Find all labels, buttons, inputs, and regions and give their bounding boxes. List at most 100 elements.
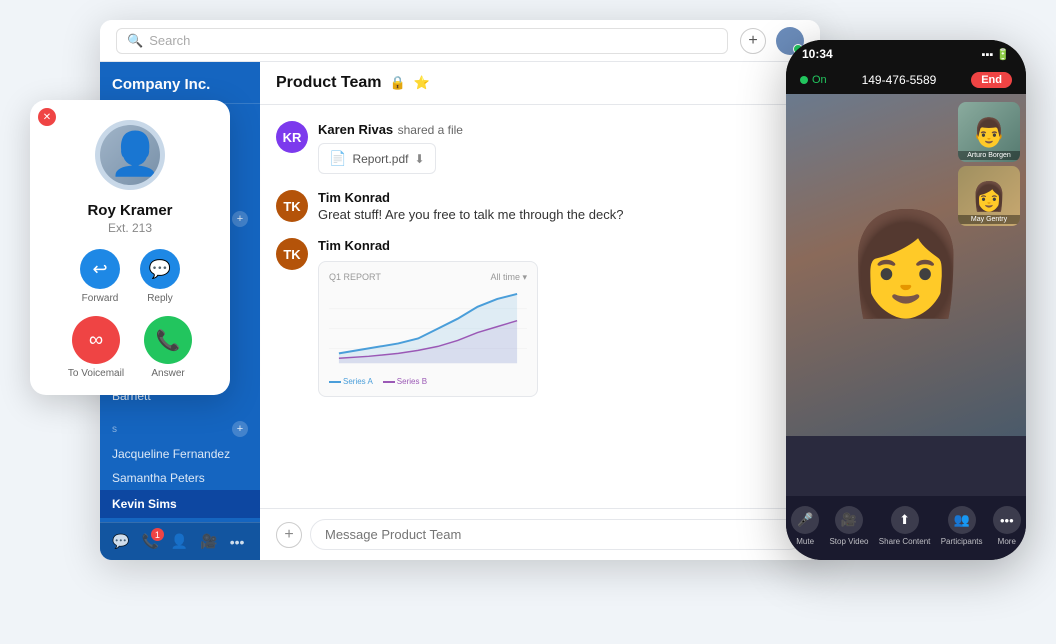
- msg-sender-tim-2: Tim Konrad: [318, 238, 538, 253]
- call-on-indicator: On: [800, 74, 827, 86]
- mute-label: Mute: [796, 537, 814, 546]
- forward-button[interactable]: ↩: [80, 249, 120, 289]
- mute-icon[interactable]: 🎤: [791, 506, 819, 534]
- chat-input-area: +: [260, 508, 820, 560]
- chart-header: Q1 REPORT All time ▾: [329, 272, 527, 283]
- close-button[interactable]: ✕: [38, 108, 56, 126]
- msg-sender-tim-1: Tim Konrad: [318, 190, 623, 205]
- avatar-tim-1: TK: [276, 190, 308, 222]
- chart-preview: Q1 REPORT All time ▾: [318, 261, 538, 397]
- mobile-toolbar: 🎤 Mute 🎥 Stop Video ⬆ Share Content 👥 Pa…: [786, 496, 1026, 560]
- mobile-tool-share[interactable]: ⬆ Share Content: [879, 506, 931, 546]
- mobile-status-bar: 10:34 ▪▪▪ 🔋: [786, 40, 1026, 68]
- phone-call-actions: ∞ To Voicemail 📞 Answer: [68, 316, 192, 379]
- mobile-tool-video[interactable]: 🎥 Stop Video: [829, 506, 868, 546]
- chart-label: Q1 REPORT: [329, 272, 381, 283]
- pip-label-2: May Gentry: [958, 215, 1020, 224]
- more-icon[interactable]: •••: [993, 506, 1021, 534]
- avatar-karen: KR: [276, 121, 308, 153]
- caller-name: Roy Kramer: [87, 202, 172, 219]
- forward-label: Forward: [82, 293, 119, 304]
- pdf-icon: 📄: [329, 150, 346, 167]
- phone-quick-actions: ↩ Forward 💬 Reply: [80, 249, 180, 304]
- msg-file-report[interactable]: 📄 Report.pdf ⬇: [318, 143, 436, 174]
- add-button[interactable]: +: [740, 28, 766, 54]
- chat-title: Product Team: [276, 74, 382, 92]
- search-icon: 🔍: [127, 33, 143, 49]
- chat-messages: KR Karen Rivas shared a file 📄 Report.pd…: [260, 105, 820, 508]
- sidebar-contacts-icon[interactable]: 👤: [171, 533, 188, 550]
- message-content-karen: Karen Rivas shared a file 📄 Report.pdf ⬇: [318, 121, 463, 174]
- sidebar-item-kevin-sims[interactable]: Kevin Sims: [100, 490, 260, 518]
- msg-sender-karen: Karen Rivas: [318, 122, 393, 137]
- message-tim-chart: TK Tim Konrad Q1 REPORT All time ▾: [276, 238, 804, 397]
- caller-ext: Ext. 213: [108, 221, 152, 235]
- mobile-tool-mute[interactable]: 🎤 Mute: [791, 506, 819, 546]
- sidebar-chat-icon[interactable]: 💬: [112, 533, 129, 550]
- voicemail-label: To Voicemail: [68, 368, 124, 379]
- sidebar-phone-icon[interactable]: 📞 1: [141, 533, 158, 550]
- mobile-tool-more[interactable]: ••• More: [993, 506, 1021, 546]
- chart-legend: Series A Series B: [329, 377, 527, 386]
- voicemail-action[interactable]: ∞ To Voicemail: [68, 316, 124, 379]
- answer-action[interactable]: 📞 Answer: [144, 316, 192, 379]
- call-on-label: On: [812, 74, 827, 86]
- chart-time-range: All time ▾: [490, 272, 527, 283]
- sidebar-more-icon[interactable]: •••: [230, 534, 245, 550]
- mobile-phone-number: 149-476-5589: [862, 73, 937, 87]
- reply-label: Reply: [147, 293, 173, 304]
- message-content-tim-1: Tim Konrad Great stuff! Are you free to …: [318, 190, 623, 222]
- voicemail-button[interactable]: ∞: [72, 316, 120, 364]
- pip-video-2: May Gentry: [958, 166, 1020, 226]
- end-call-button[interactable]: End: [971, 72, 1012, 88]
- stop-video-label: Stop Video: [829, 537, 868, 546]
- mobile-video-area: 👩 Arturo Borgen May Gentry: [786, 94, 1026, 496]
- mobile-call-bar: On 149-476-5589 End: [786, 68, 1026, 94]
- share-content-icon[interactable]: ⬆: [891, 506, 919, 534]
- caller-face: [100, 125, 160, 185]
- phone-action-reply[interactable]: 💬 Reply: [140, 249, 180, 304]
- msg-action-karen: shared a file: [398, 123, 463, 137]
- share-content-label: Share Content: [879, 537, 931, 546]
- sidebar-video-icon[interactable]: 🎥: [200, 533, 217, 550]
- stop-video-icon[interactable]: 🎥: [835, 506, 863, 534]
- phone-card: ✕ Roy Kramer Ext. 213 ↩ Forward 💬 Reply …: [30, 100, 230, 395]
- pip-label-1: Arturo Borgen: [958, 151, 1020, 160]
- sidebar-company-name: Company Inc.: [100, 62, 260, 104]
- download-icon[interactable]: ⬇: [414, 152, 424, 166]
- message-tim-1: TK Tim Konrad Great stuff! Are you free …: [276, 190, 804, 222]
- message-karen-file: KR Karen Rivas shared a file 📄 Report.pd…: [276, 121, 804, 174]
- caller-avatar: [95, 120, 165, 190]
- sidebar-bottom-toolbar: 💬 📞 1 👤 🎥 •••: [100, 522, 260, 560]
- participants-label: Participants: [941, 537, 983, 546]
- app-topbar: 🔍 Search +: [100, 20, 820, 62]
- phone-action-forward[interactable]: ↩ Forward: [80, 249, 120, 304]
- answer-label: Answer: [151, 368, 184, 379]
- pip-video-1: Arturo Borgen: [958, 102, 1020, 162]
- mobile-tool-participants[interactable]: 👥 Participants: [941, 506, 983, 546]
- reply-button[interactable]: 💬: [140, 249, 180, 289]
- chat-header: Product Team 🔒 ⭐: [260, 62, 820, 105]
- chat-area: Product Team 🔒 ⭐ KR Karen Rivas shared a…: [260, 62, 820, 560]
- chart-svg: [329, 289, 527, 368]
- pip-container: Arturo Borgen May Gentry: [958, 102, 1020, 226]
- sidebar-add-contact-btn[interactable]: +: [232, 211, 248, 227]
- sidebar-item-group-section: s +: [100, 416, 260, 442]
- answer-button[interactable]: 📞: [144, 316, 192, 364]
- search-bar[interactable]: 🔍 Search: [116, 28, 728, 54]
- sidebar-item-samantha-peters-3[interactable]: Samantha Peters: [100, 466, 260, 490]
- mobile-phone: 10:34 ▪▪▪ 🔋 On 149-476-5589 End 👩 Arturo…: [786, 40, 1026, 560]
- chat-attach-button[interactable]: +: [276, 522, 302, 548]
- lock-icon: 🔒: [390, 75, 406, 91]
- legend-blue: Series A: [329, 377, 373, 386]
- sidebar-add-group-btn[interactable]: +: [232, 421, 248, 437]
- chat-input-field[interactable]: [310, 519, 804, 550]
- topbar-right: +: [740, 27, 804, 55]
- star-icon: ⭐: [414, 75, 430, 91]
- participants-icon[interactable]: 👥: [948, 506, 976, 534]
- mobile-time: 10:34: [802, 47, 833, 61]
- avatar-tim-2: TK: [276, 238, 308, 270]
- sidebar-item-jacqueline-fernandez-2[interactable]: Jacqueline Fernandez: [100, 442, 260, 466]
- phone-badge: 1: [151, 528, 164, 541]
- msg-text-tim-1: Great stuff! Are you free to talk me thr…: [318, 207, 623, 222]
